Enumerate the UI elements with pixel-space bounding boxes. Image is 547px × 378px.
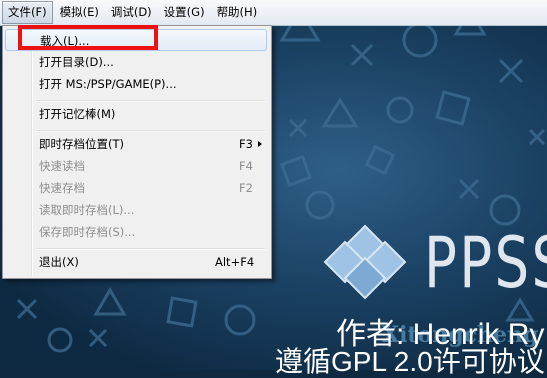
menu-item-shortcut: F3	[239, 137, 253, 151]
menu-file[interactable]: 文件(F)	[2, 1, 53, 24]
highlight-annotation-box	[18, 25, 158, 50]
menu-item-label: 打开目录(D)...	[39, 55, 114, 69]
menu-item-label: 快速存档	[39, 181, 85, 195]
menu-item-save-state[interactable]: 保存即时存档(S)...	[5, 221, 267, 243]
menu-item-label: 保存即时存档(S)...	[39, 225, 136, 239]
menu-separator	[35, 130, 265, 132]
menu-help[interactable]: 帮助(H)	[212, 2, 263, 23]
file-menu-dropdown: 载入(L)... 打开目录(D)... 打开 MS:/PSP/GAME(P)..…	[2, 25, 272, 279]
menu-bar: 文件(F) 模拟(E) 调试(D) 设置(G) 帮助(H)	[0, 0, 547, 26]
ppsspp-logo-text: PPSS	[424, 222, 547, 304]
menu-emulation[interactable]: 模拟(E)	[55, 2, 104, 23]
menu-item-open-memstick[interactable]: 打开记忆棒(M)	[5, 103, 267, 125]
menu-separator	[35, 248, 265, 250]
menu-item-label: 即时存档位置(T)	[39, 137, 124, 151]
menu-item-label: 快速读档	[39, 159, 85, 173]
license-text: 遵循GPL 2.0许可协议	[275, 346, 545, 377]
menu-debug[interactable]: 调试(D)	[106, 2, 157, 23]
menu-item-exit[interactable]: 退出(X) Alt+F4	[5, 251, 267, 273]
menu-item-open-directory[interactable]: 打开目录(D)...	[5, 51, 267, 73]
menu-item-savestate-slot[interactable]: 即时存档位置(T) F3	[5, 133, 267, 155]
menu-item-open-ms-psp-game[interactable]: 打开 MS:/PSP/GAME(P)...	[5, 73, 267, 95]
menu-separator	[35, 100, 265, 102]
menu-item-label: 打开记忆棒(M)	[39, 107, 116, 121]
menu-item-label: 读取即时存档(L)...	[39, 203, 135, 217]
menu-item-quick-save[interactable]: 快速存档 F2	[5, 177, 267, 199]
menu-item-shortcut: Alt+F4	[215, 255, 255, 269]
menu-item-label: 退出(X)	[39, 255, 79, 269]
menu-item-shortcut: F2	[239, 181, 253, 195]
menu-item-shortcut: F4	[239, 159, 253, 173]
submenu-arrow-icon	[258, 141, 262, 147]
menu-settings[interactable]: 设置(G)	[159, 2, 210, 23]
ppsspp-logo-icon	[323, 224, 407, 300]
menu-item-load-state[interactable]: 读取即时存档(L)...	[5, 199, 267, 221]
menu-item-label: 打开 MS:/PSP/GAME(P)...	[39, 77, 177, 91]
menu-item-quick-load[interactable]: 快速读档 F4	[5, 155, 267, 177]
